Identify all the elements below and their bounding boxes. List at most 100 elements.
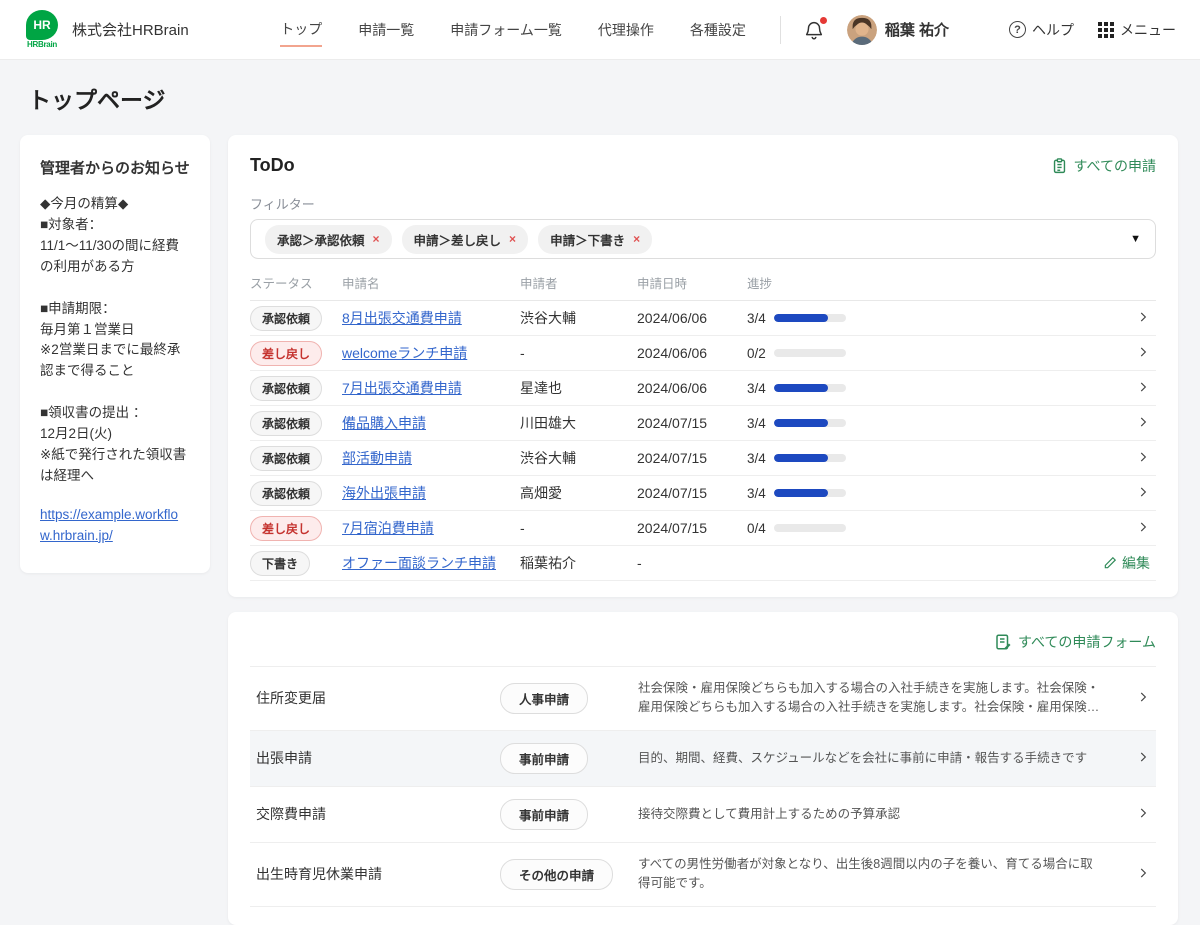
date: 2024/06/06 [637,380,747,396]
applicant: 川田雄大 [520,413,637,433]
chevron-right-icon[interactable] [1136,485,1150,502]
progress-bar [774,384,846,392]
chevron-right-icon[interactable] [1136,750,1150,767]
help-icon: ? [1009,21,1026,38]
all-applications-link[interactable]: すべての申請 [1051,156,1156,176]
main-nav: トップ 申請一覧 申請フォーム一覧 代理操作 各種設定 [280,13,746,47]
status-badge: 承認依頼 [250,411,322,436]
status-badge: 承認依頼 [250,481,322,506]
chip-remove-icon[interactable]: × [373,232,380,246]
applicant: 稲葉祐介 [520,553,637,573]
progress-bar [774,349,846,357]
todo-title: ToDo [250,155,295,176]
date: 2024/07/15 [637,485,747,501]
admin-notice-panel: 管理者からのお知らせ ◆今月の精算◆ ■対象者： 11/1〜11/30の間に経費… [20,135,210,573]
chevron-right-icon[interactable] [1136,690,1150,707]
menu-button[interactable]: メニュー [1098,20,1176,40]
status-badge: 承認依頼 [250,306,322,331]
status-badge: 下書き [250,551,310,576]
application-link[interactable]: 備品購入申請 [342,415,426,431]
nav-application-list[interactable]: 申請一覧 [358,14,414,46]
application-link[interactable]: オファー面談ランチ申請 [342,555,496,571]
chevron-right-icon[interactable] [1136,310,1150,327]
application-link[interactable]: 部活動申請 [342,450,412,466]
chevron-right-icon[interactable] [1136,450,1150,467]
header-divider [780,16,781,44]
progress-bar [774,489,846,497]
application-link[interactable]: 7月出張交通費申請 [342,380,462,396]
filter-select[interactable]: 承認＞承認依頼× 申請＞差し戻し× 申請＞下書き× ▼ [250,219,1156,259]
chevron-down-icon[interactable]: ▼ [1130,233,1141,245]
nav-application-form-list[interactable]: 申請フォーム一覧 [450,14,562,46]
chevron-right-icon[interactable] [1136,415,1150,432]
form-row[interactable]: 出張申請 事前申請 目的、期間、経費、スケジュールなどを会社に事前に申請・報告す… [250,731,1156,787]
form-row[interactable]: 交際費申請 事前申請 接待交際費として費用計上するための予算承認 [250,787,1156,843]
table-row: 差し戻し welcomeランチ申請 - 2024/06/06 0/2 [250,336,1156,371]
progress-bar [774,314,846,322]
chevron-right-icon[interactable] [1136,345,1150,362]
todo-panel: ToDo すべての申請 フィルター 承認＞承認依頼× 申請＞差し戻し× 申請＞下… [228,135,1178,597]
nav-top[interactable]: トップ [280,13,322,47]
chevron-right-icon[interactable] [1136,520,1150,537]
table-row: 差し戻し 7月宿泊費申請 - 2024/07/15 0/4 [250,511,1156,546]
hrbrain-logo[interactable]: HR HRBrain [20,10,64,49]
date: 2024/07/15 [637,450,747,466]
progress-text: 3/4 [747,486,766,501]
application-link[interactable]: 7月宿泊費申請 [342,520,434,536]
date: 2024/06/06 [637,345,747,361]
top-bar-right: 稲葉 祐介 ? ヘルプ メニュー [780,15,1176,45]
nav-settings[interactable]: 各種設定 [690,14,746,46]
form-row[interactable]: 住所変更届 人事申請 社会保険・雇用保険どちらも加入する場合の入社手続きを実施し… [250,667,1156,731]
form-name: 出生時育児休業申請 [250,864,500,884]
status-badge: 承認依頼 [250,376,322,401]
edit-button[interactable]: 編集 [1103,553,1150,573]
todo-table-header: ステータス申請名申請者申請日時進捗 [250,273,1156,301]
applicant: - [520,345,637,361]
all-application-forms-link[interactable]: すべての申請フォーム [994,632,1156,652]
form-description: 目的、期間、経費、スケジュールなどを会社に事前に申請・報告する手続きです [620,749,1116,768]
progress-bar [774,524,846,532]
form-description: 接待交際費として費用計上するための予算承認 [620,805,1116,824]
form-description: すべての男性労働者が対象となり、出生後8週間以内の子を養い、育てる場合に取得可能… [620,855,1116,894]
form-row[interactable]: 出生時育児休業申請 その他の申請 すべての男性労働者が対象となり、出生後8週間以… [250,843,1156,907]
progress-bar [774,419,846,427]
help-label: ヘルプ [1032,20,1074,40]
chevron-right-icon[interactable] [1136,380,1150,397]
category-badge: その他の申請 [500,859,613,890]
chip-remove-icon[interactable]: × [633,232,640,246]
application-link[interactable]: 8月出張交通費申請 [342,310,462,326]
progress-text: 3/4 [747,416,766,431]
application-link[interactable]: welcomeランチ申請 [342,345,467,361]
table-row: 承認依頼 部活動申請 渋谷大輔 2024/07/15 3/4 [250,441,1156,476]
filter-chip[interactable]: 申請＞差し戻し× [402,225,529,254]
notification-dot [820,17,827,24]
menu-label: メニュー [1120,20,1176,40]
user-avatar[interactable] [847,15,877,45]
status-badge: 差し戻し [250,341,322,366]
nav-proxy-operation[interactable]: 代理操作 [598,14,654,46]
form-description: 社会保険・雇用保険どちらも加入する場合の入社手続きを実施します。社会保険・雇用保… [620,679,1116,718]
filter-chip[interactable]: 承認＞承認依頼× [265,225,392,254]
form-name: 交際費申請 [250,804,500,824]
table-row: 承認依頼 7月出張交通費申請 星達也 2024/06/06 3/4 [250,371,1156,406]
logo-wordmark: HRBrain [27,40,57,49]
applicant: 星達也 [520,378,637,398]
forms-list: 住所変更届 人事申請 社会保険・雇用保険どちらも加入する場合の入社手続きを実施し… [250,666,1156,907]
date: - [637,555,747,571]
progress-bar [774,454,846,462]
progress-text: 3/4 [747,381,766,396]
category-badge: 事前申請 [500,799,588,830]
chevron-right-icon[interactable] [1136,866,1150,883]
filter-chip[interactable]: 申請＞下書き× [538,225,652,254]
filter-label: フィルター [250,194,1156,213]
help-button[interactable]: ? ヘルプ [1009,20,1074,40]
application-link[interactable]: 海外出張申請 [342,485,426,501]
chevron-right-icon[interactable] [1136,806,1150,823]
logo-bubble-icon: HR [26,10,58,40]
pencil-icon [1103,556,1117,570]
notification-bell-icon[interactable] [803,18,825,42]
notice-link[interactable]: https://example.workflow.hrbrain.jp/ [40,505,190,547]
chip-remove-icon[interactable]: × [509,232,516,246]
user-name: 稲葉 祐介 [885,19,949,40]
form-name: 出張申請 [250,748,500,768]
